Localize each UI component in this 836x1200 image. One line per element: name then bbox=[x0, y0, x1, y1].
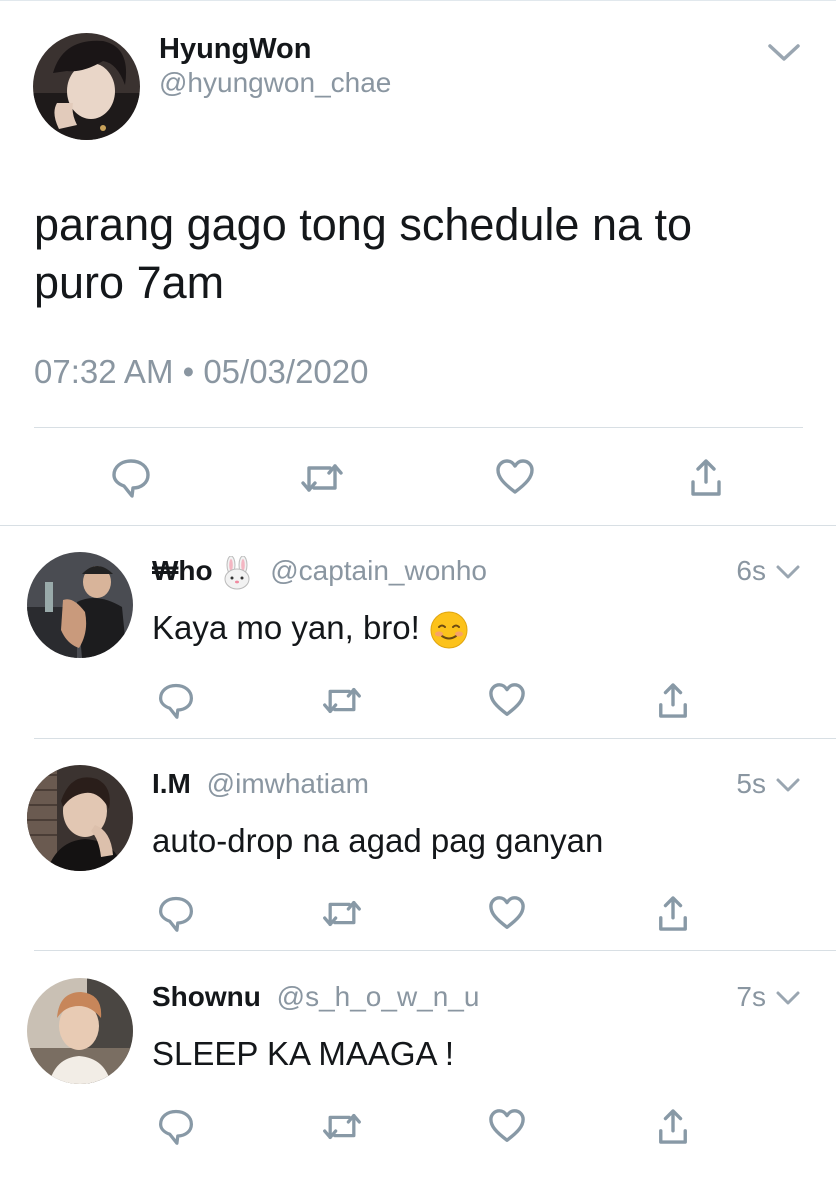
reply-text: SLEEP KA MAAGA ! bbox=[152, 1035, 455, 1072]
display-name[interactable]: ₩ho bbox=[152, 555, 213, 586]
retweet-icon[interactable] bbox=[322, 684, 362, 717]
tweet-actions bbox=[0, 893, 836, 937]
avatar-photo-wonho bbox=[27, 552, 133, 658]
chevron-down-icon[interactable] bbox=[764, 38, 804, 66]
like-icon[interactable] bbox=[488, 682, 526, 718]
tweet-actions bbox=[0, 452, 836, 502]
divider bbox=[34, 427, 803, 428]
chevron-down-icon[interactable] bbox=[774, 988, 802, 1008]
user-handle[interactable]: @hyungwon_chae bbox=[159, 66, 391, 100]
like-icon[interactable] bbox=[488, 895, 526, 931]
tweet-text: parang gago tong schedule na to puro 7am bbox=[34, 199, 693, 308]
share-icon[interactable] bbox=[689, 458, 723, 498]
display-name[interactable]: I.M bbox=[152, 768, 191, 799]
smiling-face-icon bbox=[430, 611, 468, 649]
reply-time: 5s bbox=[736, 768, 766, 799]
share-icon[interactable] bbox=[657, 895, 689, 933]
divider bbox=[34, 738, 836, 739]
tweet-timestamp[interactable]: 07:32 AM • 05/03/2020 bbox=[34, 352, 368, 392]
top-divider bbox=[0, 0, 836, 1]
reply-header: I.M @imwhatiam bbox=[152, 767, 369, 801]
reply-icon[interactable] bbox=[157, 1106, 195, 1146]
user-handle[interactable]: @imwhatiam bbox=[207, 768, 369, 799]
avatar-photo-im bbox=[27, 765, 133, 871]
divider bbox=[34, 950, 836, 951]
reply-text: Kaya mo yan, bro! bbox=[152, 608, 469, 650]
avatar[interactable] bbox=[27, 552, 133, 658]
avatar[interactable] bbox=[27, 978, 133, 1084]
share-icon[interactable] bbox=[657, 682, 689, 720]
chevron-down-icon[interactable] bbox=[774, 562, 802, 582]
user-handle[interactable]: @captain_wonho bbox=[270, 555, 487, 586]
display-name[interactable]: HyungWon bbox=[159, 32, 312, 66]
display-name[interactable]: Shownu bbox=[152, 981, 261, 1012]
reply-header: ₩ho @captain_wonho bbox=[152, 554, 487, 590]
retweet-icon[interactable] bbox=[300, 460, 344, 496]
tweet-actions bbox=[0, 1106, 836, 1150]
reply-time: 7s bbox=[736, 981, 766, 1012]
rabbit-face-icon bbox=[224, 555, 250, 590]
avatar[interactable] bbox=[33, 33, 140, 140]
reply-text-content: Kaya mo yan, bro! bbox=[152, 609, 420, 646]
share-icon[interactable] bbox=[657, 1108, 689, 1146]
reply-icon[interactable] bbox=[157, 893, 195, 933]
retweet-icon[interactable] bbox=[322, 897, 362, 930]
chevron-down-icon[interactable] bbox=[774, 775, 802, 795]
reply-time: 6s bbox=[736, 555, 766, 586]
avatar-photo-hyungwon bbox=[33, 33, 140, 140]
avatar[interactable] bbox=[27, 765, 133, 871]
avatar-photo-shownu bbox=[27, 978, 133, 1084]
divider bbox=[0, 525, 836, 526]
reply-text: auto-drop na agad pag ganyan bbox=[152, 822, 604, 859]
retweet-icon[interactable] bbox=[322, 1110, 362, 1143]
tweet-actions bbox=[0, 680, 836, 724]
user-handle[interactable]: @s_h_o_w_n_u bbox=[277, 981, 480, 1012]
like-icon[interactable] bbox=[488, 1108, 526, 1144]
reply-icon[interactable] bbox=[157, 680, 195, 720]
reply-header: Shownu @s_h_o_w_n_u bbox=[152, 980, 479, 1014]
like-icon[interactable] bbox=[495, 458, 535, 496]
reply-icon[interactable] bbox=[110, 456, 152, 498]
